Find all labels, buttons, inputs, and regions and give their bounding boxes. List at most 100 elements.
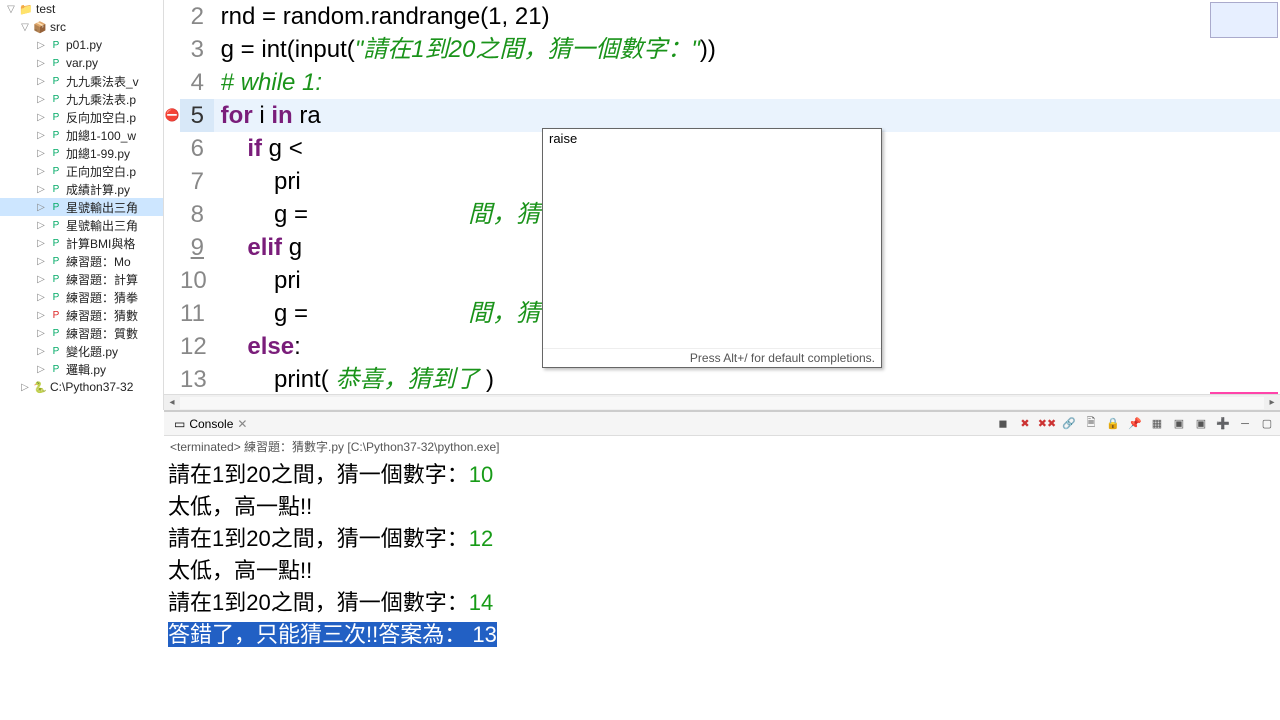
console-line[interactable]: 請在1到20之間，猜一個數字：12 [168, 523, 1276, 555]
tree-src-folder[interactable]: ▽ src [0, 18, 163, 36]
tree-file[interactable]: ▷var.py [0, 54, 163, 72]
python-icon [32, 379, 48, 395]
code-line[interactable]: 3 g = int(input("請在1到20之間，猜一個數字：")) [164, 33, 1280, 66]
tree-project-root[interactable]: ▽ test [0, 0, 163, 18]
line-number: 12 [180, 330, 214, 363]
show-console-button[interactable]: ▣ [1170, 415, 1188, 433]
code-text[interactable]: # while 1: [214, 66, 1280, 99]
tree-label: 練習題：Mo [66, 253, 131, 270]
python-file-icon [48, 73, 64, 89]
gutter-marker [164, 33, 180, 66]
python-file-icon [48, 109, 64, 125]
console-panel: ▭ Console ✕ ◼ ✖ ✖✖ 🔗 🗎 🔒 📌 ▦ ▣ ▣ ➕ ─ ▢ <… [164, 410, 1280, 720]
project-explorer[interactable]: ▽ test ▽ src ▷p01.py▷var.py▷九九乘法表_v▷九九乘法… [0, 0, 164, 410]
python-file-icon [48, 37, 64, 53]
console-toolbar: ◼ ✖ ✖✖ 🔗 🗎 🔒 📌 ▦ ▣ ▣ ➕ ─ ▢ [994, 415, 1276, 433]
tree-file[interactable]: ▷反向加空白.p [0, 108, 163, 126]
console-tab[interactable]: ▭ Console ✕ [168, 415, 253, 433]
tree-file[interactable]: ▷九九乘法表.p [0, 90, 163, 108]
console-line[interactable]: 太低，高一點!! [168, 555, 1276, 587]
tree-file[interactable]: ▷練習題：計算 [0, 270, 163, 288]
display-selected-button[interactable]: ▦ [1148, 415, 1166, 433]
autocomplete-item[interactable]: raise [543, 129, 881, 148]
console-line[interactable]: 請在1到20之間，猜一個數字：14 [168, 587, 1276, 619]
tree-label: 變化題.py [66, 343, 118, 360]
gutter-marker [164, 132, 180, 165]
console-tab-label: Console [189, 417, 233, 431]
console-line[interactable]: 請在1到20之間，猜一個數字：10 [168, 459, 1276, 491]
python-file-icon [48, 271, 64, 287]
editor-horizontal-scrollbar[interactable]: ◂ ▸ [164, 394, 1280, 410]
tree-file[interactable]: ▷練習題：猜數 [0, 306, 163, 324]
console-status: <terminated> 練習題：猜數字.py [C:\Python37-32\… [164, 436, 1280, 457]
line-number: 7 [180, 165, 214, 198]
new-console-button[interactable]: ➕ [1214, 415, 1232, 433]
gutter-marker [164, 297, 180, 330]
tree-label: 加總1-100_w [66, 127, 136, 144]
tree-label: src [50, 20, 66, 34]
python-file-icon [48, 253, 64, 269]
tree-label: 反向加空白.p [66, 109, 136, 126]
line-number: 2 [180, 0, 214, 33]
scroll-right-button[interactable]: ▸ [1264, 397, 1280, 408]
tree-file[interactable]: ▷計算BMI與格 [0, 234, 163, 252]
tree-file[interactable]: ▷星號輸出三角 [0, 216, 163, 234]
python-file-icon [48, 343, 64, 359]
tree-file[interactable]: ▷成績計算.py [0, 180, 163, 198]
tree-file[interactable]: ▷加總1-99.py [0, 144, 163, 162]
autocomplete-hint: Press Alt+/ for default completions. [543, 348, 881, 367]
code-line[interactable]: 2 rnd = random.randrange(1, 21) [164, 0, 1280, 33]
line-number: 9 [180, 231, 214, 264]
tree-file[interactable]: ▷練習題：猜拳 [0, 288, 163, 306]
link-button[interactable]: 🔗 [1060, 415, 1078, 433]
maximize-icon[interactable]: ▢ [1258, 415, 1276, 433]
terminate-button[interactable]: ◼ [994, 415, 1012, 433]
console-line[interactable]: 太低，高一點!! [168, 491, 1276, 523]
tree-file[interactable]: ▷星號輸出三角 [0, 198, 163, 216]
close-icon[interactable]: ✕ [237, 417, 247, 431]
open-console-button[interactable]: ▣ [1192, 415, 1210, 433]
scroll-left-button[interactable]: ◂ [164, 397, 180, 408]
gutter-marker [164, 363, 180, 394]
tree-file[interactable]: ▷p01.py [0, 36, 163, 54]
package-icon [32, 19, 48, 35]
tree-label: 練習題：猜拳 [66, 289, 138, 306]
overview-ruler[interactable] [1210, 2, 1278, 38]
line-number: 13 [180, 363, 214, 394]
code-text[interactable]: g = int(input("請在1到20之間，猜一個數字：")) [214, 33, 1280, 66]
autocomplete-popup[interactable]: raise Press Alt+/ for default completion… [542, 128, 882, 368]
tree-label: 練習題：猜數 [66, 307, 138, 324]
pin-console-button[interactable]: 📌 [1126, 415, 1144, 433]
tree-label: 練習題：計算 [66, 271, 138, 288]
code-line[interactable]: 4 # while 1: [164, 66, 1280, 99]
tree-file[interactable]: ▷邏輯.py [0, 360, 163, 378]
console-output[interactable]: 請在1到20之間，猜一個數字：10太低，高一點!!請在1到20之間，猜一個數字：… [164, 457, 1280, 720]
tree-file[interactable]: ▷練習題：質數 [0, 324, 163, 342]
overview-ruler-error-mark[interactable] [1210, 392, 1278, 394]
code-text[interactable]: rnd = random.randrange(1, 21) [214, 0, 1280, 33]
python-file-icon [48, 325, 64, 341]
scroll-lock-button[interactable]: 🔒 [1104, 415, 1122, 433]
tree-file[interactable]: ▷九九乘法表_v [0, 72, 163, 90]
tree-file[interactable]: ▷正向加空白.p [0, 162, 163, 180]
line-number: 6 [180, 132, 214, 165]
code-editor[interactable]: 2 rnd = random.randrange(1, 21)3 g = int… [164, 0, 1280, 410]
tree-file[interactable]: ▷加總1-100_w [0, 126, 163, 144]
python-file-icon [48, 91, 64, 107]
python-file-icon [48, 127, 64, 143]
minimize-icon[interactable]: ─ [1236, 415, 1254, 433]
tree-label: 九九乘法表_v [66, 73, 139, 90]
python-file-icon [48, 289, 64, 305]
tree-file[interactable]: ▷變化題.py [0, 342, 163, 360]
clear-console-button[interactable]: 🗎 [1082, 415, 1100, 433]
console-icon: ▭ [174, 417, 185, 431]
python-file-icon [48, 145, 64, 161]
tree-python-env[interactable]: ▷ C:\Python37-32 [0, 378, 163, 396]
tree-label: 成績計算.py [66, 181, 130, 198]
console-line[interactable]: 答錯了，只能猜三次!!答案為： 13 [168, 619, 1276, 651]
remove-launch-button[interactable]: ✖ [1016, 415, 1034, 433]
tree-file[interactable]: ▷練習題：Mo [0, 252, 163, 270]
tree-label: 九九乘法表.p [66, 91, 136, 108]
error-marker-icon: ⛔ [164, 99, 180, 132]
remove-all-button[interactable]: ✖✖ [1038, 415, 1056, 433]
